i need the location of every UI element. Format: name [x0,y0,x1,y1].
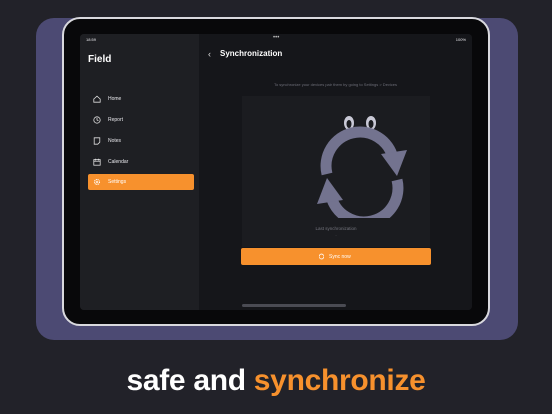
sidebar-item-label: Home [108,96,122,102]
sidebar-item-settings[interactable]: Settings [88,174,194,190]
sync-hint-text: To synchronize your devices pair them by… [273,82,398,87]
last-sync-label: Last synchronization [315,226,357,231]
app-title: Field [88,54,112,65]
refresh-icon [318,253,325,260]
sidebar-item-label: Settings [108,179,127,185]
page-title: Synchronization [220,49,283,58]
status-bar: 18:59 ••• 100% [80,34,472,44]
sidebar-item-calendar[interactable]: Calendar [88,154,194,170]
sidebar-item-label: Calendar [108,159,129,165]
home-icon [93,95,101,103]
sidebar: Field Home Report Notes Calendar Setting… [80,34,199,310]
back-button[interactable]: ‹ [208,49,211,59]
app-screen: Field Home Report Notes Calendar Setting… [80,34,472,310]
sidebar-item-label: Report [108,117,124,123]
last-sync-value: - [335,232,337,237]
sidebar-item-home[interactable]: Home [88,91,194,107]
sync-illustration-icon [317,116,407,218]
sidebar-item-report[interactable]: Report [88,112,194,128]
tagline-part-2: synchronize [253,364,426,397]
sync-now-label: Sync now [329,254,351,260]
note-icon [93,137,101,145]
home-indicator [242,304,346,307]
sync-now-button[interactable]: Sync now [241,248,431,265]
clock-icon [93,116,101,124]
battery-indicator: 100% [455,37,466,42]
tagline-part-1: safe and [126,364,254,397]
sidebar-item-label: Notes [108,138,122,144]
sidebar-item-notes[interactable]: Notes [88,133,194,149]
tagline: safe and synchronize [0,364,552,398]
tablet-frame: Field Home Report Notes Calendar Setting… [62,17,490,326]
main-content: ‹ Synchronization To synchronize your de… [199,34,472,310]
gear-icon [93,178,101,186]
status-time: 18:59 [86,37,97,42]
sync-card: Last synchronization - [242,96,430,247]
calendar-icon [93,158,101,166]
multitask-dots-icon: ••• [273,35,280,41]
